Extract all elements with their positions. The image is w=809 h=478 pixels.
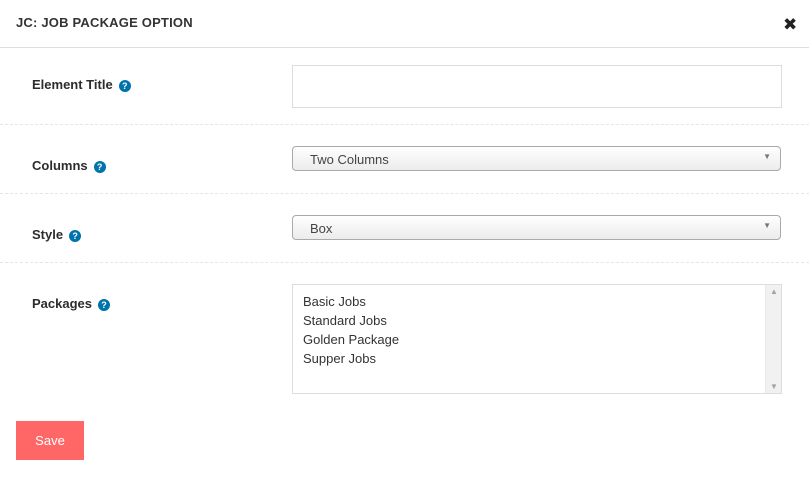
element-title-label: Element Title <box>32 77 113 92</box>
package-option[interactable]: Basic Jobs <box>303 294 366 309</box>
style-select[interactable]: Box ▼ <box>292 215 781 240</box>
package-option[interactable]: Standard Jobs <box>303 313 387 328</box>
close-icon[interactable]: ✖ <box>783 16 799 34</box>
element-title-row: Element Title? <box>0 49 809 125</box>
dialog-header: JC: JOB PACKAGE OPTION ✖ <box>0 0 809 48</box>
package-option[interactable]: Golden Package <box>303 332 399 347</box>
help-icon[interactable]: ? <box>93 161 106 173</box>
style-label-group: Style? <box>32 227 82 242</box>
job-package-option-dialog: JC: JOB PACKAGE OPTION ✖ Element Title? … <box>0 0 809 478</box>
help-icon[interactable]: ? <box>69 230 82 242</box>
listbox-scrollbar[interactable]: ▲ ▼ <box>765 285 781 393</box>
element-title-label-group: Element Title? <box>32 77 131 92</box>
scroll-up-icon[interactable]: ▲ <box>769 287 779 296</box>
help-icon[interactable]: ? <box>118 80 131 92</box>
chevron-down-icon: ▼ <box>763 152 771 161</box>
packages-label-group: Packages? <box>32 296 110 311</box>
columns-label-group: Columns? <box>32 158 106 173</box>
save-button[interactable]: Save <box>16 421 84 460</box>
columns-selected-value: Two Columns <box>310 152 389 167</box>
scroll-down-icon[interactable]: ▼ <box>769 382 779 391</box>
packages-multiselect[interactable]: Basic Jobs Standard Jobs Golden Package … <box>292 284 782 394</box>
columns-select[interactable]: Two Columns ▼ <box>292 146 781 171</box>
help-icon[interactable]: ? <box>98 299 110 311</box>
element-title-input[interactable] <box>292 65 782 108</box>
chevron-down-icon: ▼ <box>763 221 771 230</box>
dialog-title: JC: JOB PACKAGE OPTION <box>16 15 193 30</box>
style-row: Style? Box ▼ <box>0 194 809 263</box>
package-option[interactable]: Supper Jobs <box>303 351 376 366</box>
packages-label: Packages <box>32 296 92 311</box>
style-selected-value: Box <box>310 221 333 236</box>
columns-label: Columns <box>32 158 88 173</box>
columns-row: Columns? Two Columns ▼ <box>0 125 809 194</box>
style-label: Style <box>32 227 64 242</box>
